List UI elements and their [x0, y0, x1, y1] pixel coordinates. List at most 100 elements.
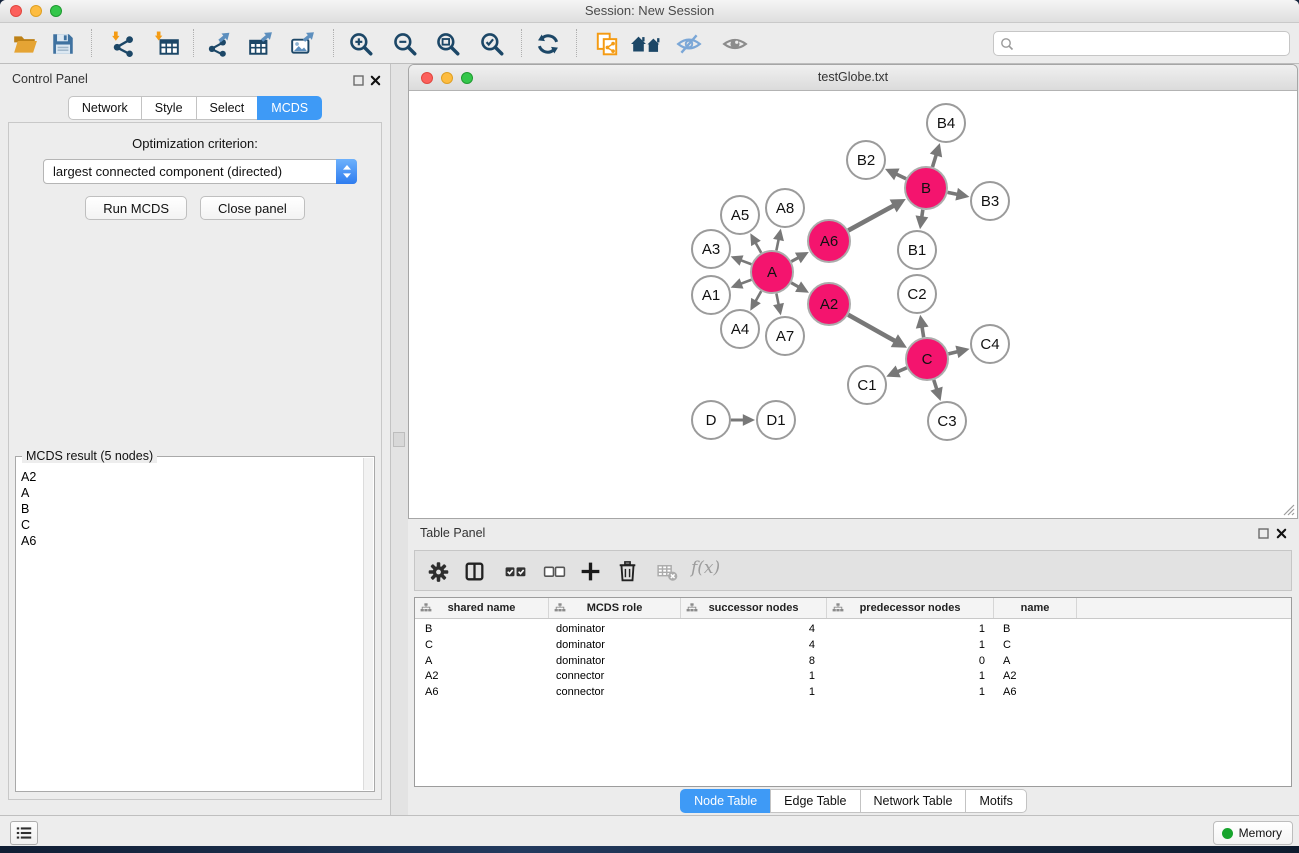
clone-network-button[interactable]: [592, 29, 622, 59]
mcds-result-list[interactable]: A2ABCA6: [16, 467, 362, 791]
titlebar: Session: New Session: [0, 0, 1299, 23]
graph-node-label: B: [921, 180, 931, 197]
network-canvas[interactable]: B4B2BB3A8A5A6A3B1AA1C2A2A4A7C4CC1DD1C3: [409, 91, 1297, 518]
table-row[interactable]: A2connector11A2: [415, 669, 1291, 685]
close-control-panel-button[interactable]: [370, 73, 381, 91]
import-table-button[interactable]: [152, 29, 182, 59]
first-neighbors-button[interactable]: [629, 29, 665, 59]
graph-edge-B-B4[interactable]: [932, 154, 936, 167]
select-all-rows-button[interactable]: [500, 556, 530, 586]
status-bar: Memory: [0, 815, 1299, 846]
float-panel-button[interactable]: [353, 73, 364, 91]
resize-grip-icon[interactable]: [1281, 502, 1295, 516]
graph-node-label: C4: [980, 336, 999, 353]
show-all-button[interactable]: [720, 29, 750, 59]
optimization-criterion-label: Optimization criterion:: [9, 136, 381, 151]
float-table-panel-button[interactable]: [1258, 526, 1269, 544]
column-header-successor-nodes[interactable]: successor nodes: [681, 598, 827, 618]
mcds-result-item[interactable]: C: [21, 517, 362, 533]
toolbar-separator: [91, 29, 92, 57]
export-network-button[interactable]: [204, 29, 234, 59]
table-cell: dominator: [549, 622, 681, 638]
delete-table-icon: [655, 559, 680, 584]
table-cell: 4: [681, 638, 827, 654]
graph-edge-arrowhead: [773, 303, 784, 316]
tab-select[interactable]: Select: [196, 96, 259, 120]
open-folder-icon: [12, 31, 38, 57]
import-table-icon: [154, 31, 180, 57]
show-columns-button[interactable]: [459, 556, 489, 586]
table-cell: C: [415, 638, 549, 654]
zoom-in-button[interactable]: [346, 29, 376, 59]
column-type-icon: [686, 603, 698, 613]
save-session-button[interactable]: [48, 29, 78, 59]
search-input[interactable]: [1018, 34, 1289, 54]
graph-edge-arrowhead: [955, 188, 969, 201]
zoom-in-icon: [348, 31, 374, 57]
checked-boxes-icon: [503, 559, 528, 584]
control-panel-tabs: NetworkStyleSelectMCDS: [0, 96, 390, 120]
mcds-result-item[interactable]: A2: [21, 469, 362, 485]
create-column-button[interactable]: [575, 556, 605, 586]
hide-selected-button[interactable]: [674, 29, 704, 59]
control-panel: Control Panel NetworkStyleSelectMCDS Opt…: [0, 64, 391, 815]
graph-node-label: D: [706, 412, 717, 429]
eye-slash-icon: [676, 31, 702, 57]
table-toolbar: f(x): [414, 550, 1292, 591]
tab-mcds[interactable]: MCDS: [257, 96, 322, 120]
tab-style[interactable]: Style: [141, 96, 197, 120]
zoom-selected-button[interactable]: [477, 29, 507, 59]
graph-node-label: B1: [908, 242, 926, 259]
column-header-predecessor-nodes[interactable]: predecessor nodes: [827, 598, 994, 618]
toolbar-separator: [193, 29, 194, 57]
table-row[interactable]: Cdominator41C: [415, 638, 1291, 654]
delete-columns-button[interactable]: [612, 556, 642, 586]
graph-edge-A6-B[interactable]: [848, 205, 895, 230]
optimization-criterion-select[interactable]: largest connected component (directed): [43, 159, 357, 184]
network-graph[interactable]: B4B2BB3A8A5A6A3B1AA1C2A2A4A7C4CC1DD1C3: [409, 91, 1297, 518]
table-row[interactable]: Bdominator41B: [415, 622, 1291, 638]
table-cell: dominator: [549, 654, 681, 670]
close-panel-button[interactable]: Close panel: [200, 196, 305, 220]
refresh-icon: [535, 31, 561, 57]
column-header-mcds-role[interactable]: MCDS role: [549, 598, 681, 618]
deselect-all-rows-button[interactable]: [539, 556, 569, 586]
table-row[interactable]: Adominator80A: [415, 654, 1291, 670]
graph-edge-arrowhead: [930, 143, 942, 157]
gear-icon: [426, 559, 451, 584]
run-mcds-button[interactable]: Run MCDS: [85, 196, 187, 220]
export-image-button[interactable]: [288, 29, 318, 59]
table-cell: 1: [827, 638, 994, 654]
refresh-view-button[interactable]: [533, 29, 563, 59]
open-session-button[interactable]: [10, 29, 40, 59]
mcds-result-item[interactable]: A6: [21, 533, 362, 549]
task-history-button[interactable]: [10, 821, 38, 845]
split-divider-handle[interactable]: [393, 432, 405, 447]
tab-motifs[interactable]: Motifs: [965, 789, 1026, 813]
table-cell: B: [994, 622, 1077, 638]
table-cell: 8: [681, 654, 827, 670]
column-header-shared-name[interactable]: shared name: [415, 598, 549, 618]
delete-table-button[interactable]: [652, 556, 682, 586]
graph-edge-A2-C[interactable]: [848, 315, 896, 342]
table-settings-button[interactable]: [423, 556, 453, 586]
zoom-fit-button[interactable]: [433, 29, 463, 59]
table-cell: A: [994, 654, 1077, 670]
function-builder-button[interactable]: f(x): [691, 558, 720, 578]
mcds-result-item[interactable]: A: [21, 485, 362, 501]
close-table-panel-button[interactable]: [1276, 526, 1287, 544]
import-network-button[interactable]: [107, 29, 137, 59]
tab-network-table[interactable]: Network Table: [860, 789, 967, 813]
tab-node-table[interactable]: Node Table: [680, 789, 771, 813]
tab-edge-table[interactable]: Edge Table: [770, 789, 860, 813]
export-table-button[interactable]: [246, 29, 276, 59]
unchecked-boxes-icon: [542, 559, 567, 584]
zoom-out-button[interactable]: [390, 29, 420, 59]
tab-network[interactable]: Network: [68, 96, 142, 120]
graph-node-label: C3: [937, 413, 956, 430]
result-scrollbar-track[interactable]: [363, 458, 373, 790]
mcds-result-item[interactable]: B: [21, 501, 362, 517]
table-row[interactable]: A6connector11A6: [415, 685, 1291, 701]
column-header-name[interactable]: name: [994, 598, 1077, 618]
memory-button[interactable]: Memory: [1213, 821, 1293, 845]
